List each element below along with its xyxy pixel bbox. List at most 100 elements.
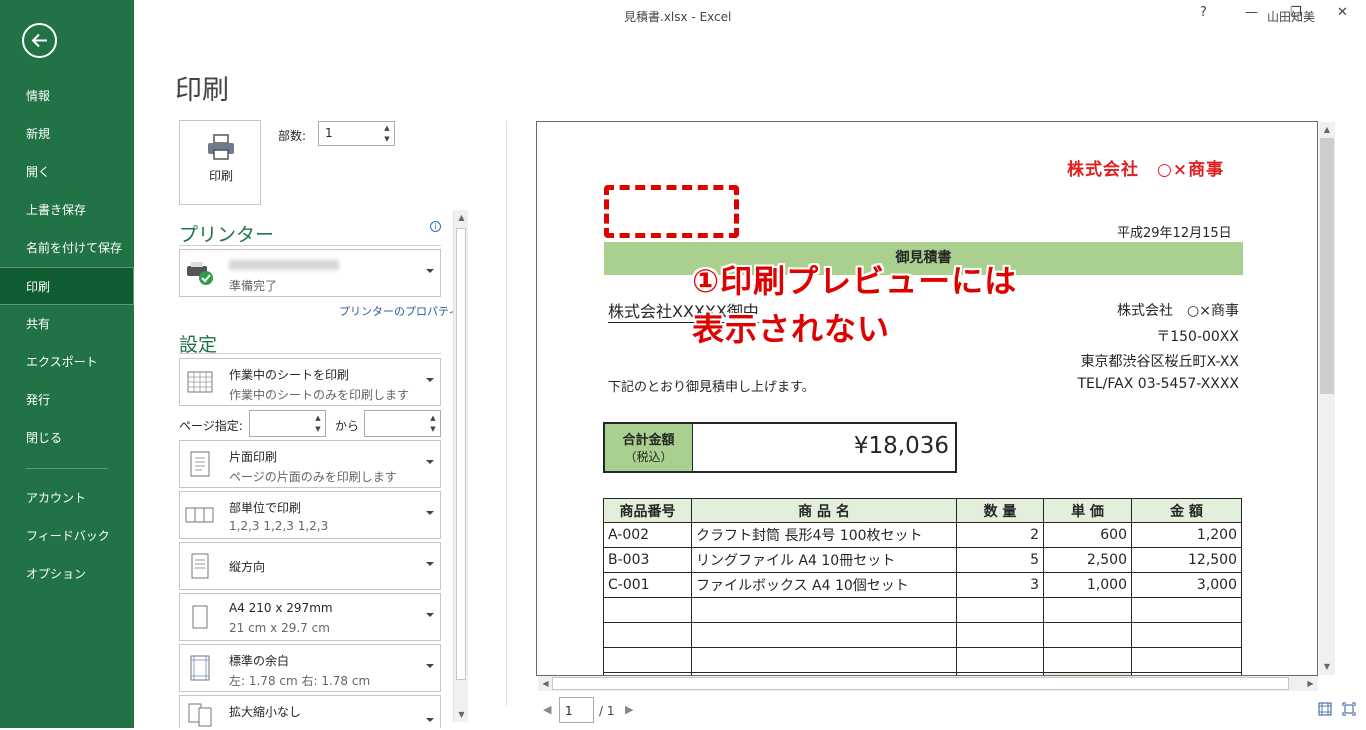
nav-save-as[interactable]: 名前を付けて保存 — [0, 229, 134, 267]
page-number-input[interactable]: 1 — [559, 697, 594, 723]
printer-status-icon — [187, 262, 213, 285]
margins-icon — [190, 655, 210, 681]
print-preview: 株式会社 ○×商事 平成29年12月15日 御見積書 株式会社XXXXX御中 株… — [536, 121, 1318, 676]
scroll-down-icon[interactable]: ▼ — [1319, 659, 1335, 674]
chevron-down-icon — [426, 269, 434, 273]
print-button-label: 印刷 — [208, 169, 233, 183]
divider — [179, 353, 441, 354]
minimize-button[interactable]: — — [1245, 5, 1258, 20]
printer-select[interactable]: 準備完了 — [179, 249, 441, 297]
title-bar: 見積書.xlsx - Excel 山田知美 — [134, 0, 1366, 30]
show-margins-icon[interactable] — [1318, 702, 1332, 716]
collate-main: 部単位で印刷 — [229, 501, 302, 515]
copies-stepper[interactable]: 1 ▲ ▼ — [318, 121, 395, 146]
next-page-icon[interactable]: ▶ — [625, 703, 633, 716]
nav-open[interactable]: 開く — [0, 153, 134, 191]
callout-line-1: ①印刷プレビューには — [692, 262, 1018, 300]
header-price: 単 価 — [1043, 498, 1132, 523]
spin-up-icon[interactable]: ▲ — [428, 413, 438, 423]
no-scaling-icon — [188, 703, 212, 727]
table-row-empty — [603, 647, 1242, 673]
margins-select[interactable]: 標準の余白 左: 1.78 cm 右: 1.78 cm — [179, 644, 441, 692]
total-label-cell: 合計金額 （税込） — [605, 424, 693, 471]
preview-horizontal-scrollbar[interactable]: ◀ ▶ — [538, 676, 1318, 691]
chevron-down-icon — [426, 664, 434, 668]
collate-select[interactable]: 部単位で印刷 1,2,3 1,2,3 1,2,3 — [179, 491, 441, 539]
nav-info[interactable]: 情報 — [0, 77, 134, 115]
scroll-right-icon[interactable]: ▶ — [1303, 676, 1318, 691]
nav-export[interactable]: エクスポート — [0, 343, 134, 381]
sides-select[interactable]: 片面印刷 ページの片面のみを印刷します — [179, 440, 441, 488]
seller-name: 株式会社 ○×商事 — [1117, 303, 1239, 319]
pane-divider — [506, 121, 507, 706]
backstage-sidebar: 情報 新規 開く 上書き保存 名前を付けて保存 印刷 共有 エクスポート 発行 … — [0, 0, 134, 728]
spin-down-icon[interactable]: ▼ — [382, 134, 392, 144]
close-button[interactable]: ✕ — [1337, 5, 1348, 20]
help-button[interactable]: ? — [1200, 5, 1207, 20]
paper-size-select[interactable]: A4 210 x 297mm 21 cm x 29.7 cm — [179, 593, 441, 641]
cell-price: 2,500 — [1043, 547, 1132, 573]
collate-sub: 1,2,3 1,2,3 1,2,3 — [229, 519, 329, 533]
nav-new[interactable]: 新規 — [0, 115, 134, 153]
back-arrow-icon[interactable] — [22, 23, 57, 58]
cell-price: 600 — [1043, 522, 1132, 548]
document-date: 平成29年12月15日 — [1117, 226, 1232, 241]
printer-properties-link[interactable]: プリンターのプロパティ — [339, 303, 459, 319]
cell-code: B-003 — [603, 547, 692, 573]
nav-options[interactable]: オプション — [0, 555, 134, 593]
scroll-thumb[interactable] — [1320, 138, 1334, 394]
nav-account[interactable]: アカウント — [0, 479, 134, 517]
preview-vertical-scrollbar[interactable]: ▲ ▼ — [1319, 122, 1335, 675]
sidebar-divider — [26, 468, 108, 469]
nav-share[interactable]: 共有 — [0, 305, 134, 343]
header-amount: 金 額 — [1131, 498, 1242, 523]
cell-product: ファイルボックス A4 10個セット — [691, 572, 957, 598]
print-button[interactable]: 印刷 — [179, 120, 261, 205]
scroll-thumb[interactable] — [552, 677, 1289, 690]
estimate-note: 下記のとおり御見積申し上げます。 — [608, 380, 815, 395]
spin-up-icon[interactable]: ▲ — [313, 413, 323, 423]
cell-amount: 12,500 — [1131, 547, 1242, 573]
divider — [179, 245, 441, 246]
cell-code: A-002 — [603, 522, 692, 548]
scroll-thumb[interactable] — [456, 228, 466, 680]
spin-down-icon[interactable]: ▼ — [313, 424, 323, 434]
cell-code: C-001 — [603, 572, 692, 598]
table-row: C-001 ファイルボックス A4 10個セット 3 1,000 3,000 — [603, 572, 1242, 598]
chevron-down-icon — [426, 718, 434, 722]
cell-product: クラフト封筒 長形4号 100枚セット — [691, 522, 957, 548]
pages-to-input[interactable]: ▲ ▼ — [364, 410, 441, 437]
chevron-down-icon — [426, 378, 434, 382]
scroll-down-icon[interactable]: ▼ — [454, 707, 469, 722]
spin-down-icon[interactable]: ▼ — [428, 424, 438, 434]
nav-print[interactable]: 印刷 — [0, 267, 134, 305]
scaling-select[interactable]: 拡大縮小なし — [179, 695, 441, 728]
nav-close[interactable]: 閉じる — [0, 419, 134, 457]
seller-zip: 〒150-00XX — [1156, 329, 1239, 345]
nav-feedback[interactable]: フィードバック — [0, 517, 134, 555]
printer-icon — [208, 134, 234, 160]
scroll-left-icon[interactable]: ◀ — [538, 676, 553, 691]
orientation-select[interactable]: 縦方向 — [179, 542, 441, 590]
copies-value: 1 — [325, 126, 333, 140]
scroll-up-icon[interactable]: ▲ — [1319, 122, 1335, 137]
previous-page-icon[interactable]: ◀ — [543, 703, 551, 716]
nav-publish[interactable]: 発行 — [0, 381, 134, 419]
spin-up-icon[interactable]: ▲ — [382, 123, 392, 133]
restore-button[interactable]: ❐ — [1290, 5, 1302, 20]
paper-main: A4 210 x 297mm — [229, 601, 333, 615]
total-sublabel: （税込） — [624, 450, 673, 464]
seller-tel: TEL/FAX 03-5457-XXXX — [1077, 376, 1239, 392]
seller-address: 東京都渋谷区桜丘町X-XX — [1080, 354, 1239, 370]
print-what-select[interactable]: 作業中のシートを印刷 作業中のシートのみを印刷します — [179, 358, 441, 406]
chevron-down-icon — [426, 613, 434, 617]
portrait-icon — [191, 553, 209, 579]
pages-from-input[interactable]: ▲ ▼ — [249, 410, 326, 437]
table-row-empty — [603, 622, 1242, 648]
nav-save[interactable]: 上書き保存 — [0, 191, 134, 229]
scroll-up-icon[interactable]: ▲ — [454, 210, 469, 225]
info-icon[interactable]: i — [430, 221, 441, 232]
zoom-to-page-icon[interactable] — [1342, 702, 1356, 716]
window-title: 見積書.xlsx - Excel — [624, 10, 732, 24]
settings-scrollbar[interactable]: ▲ ▼ — [453, 210, 468, 722]
